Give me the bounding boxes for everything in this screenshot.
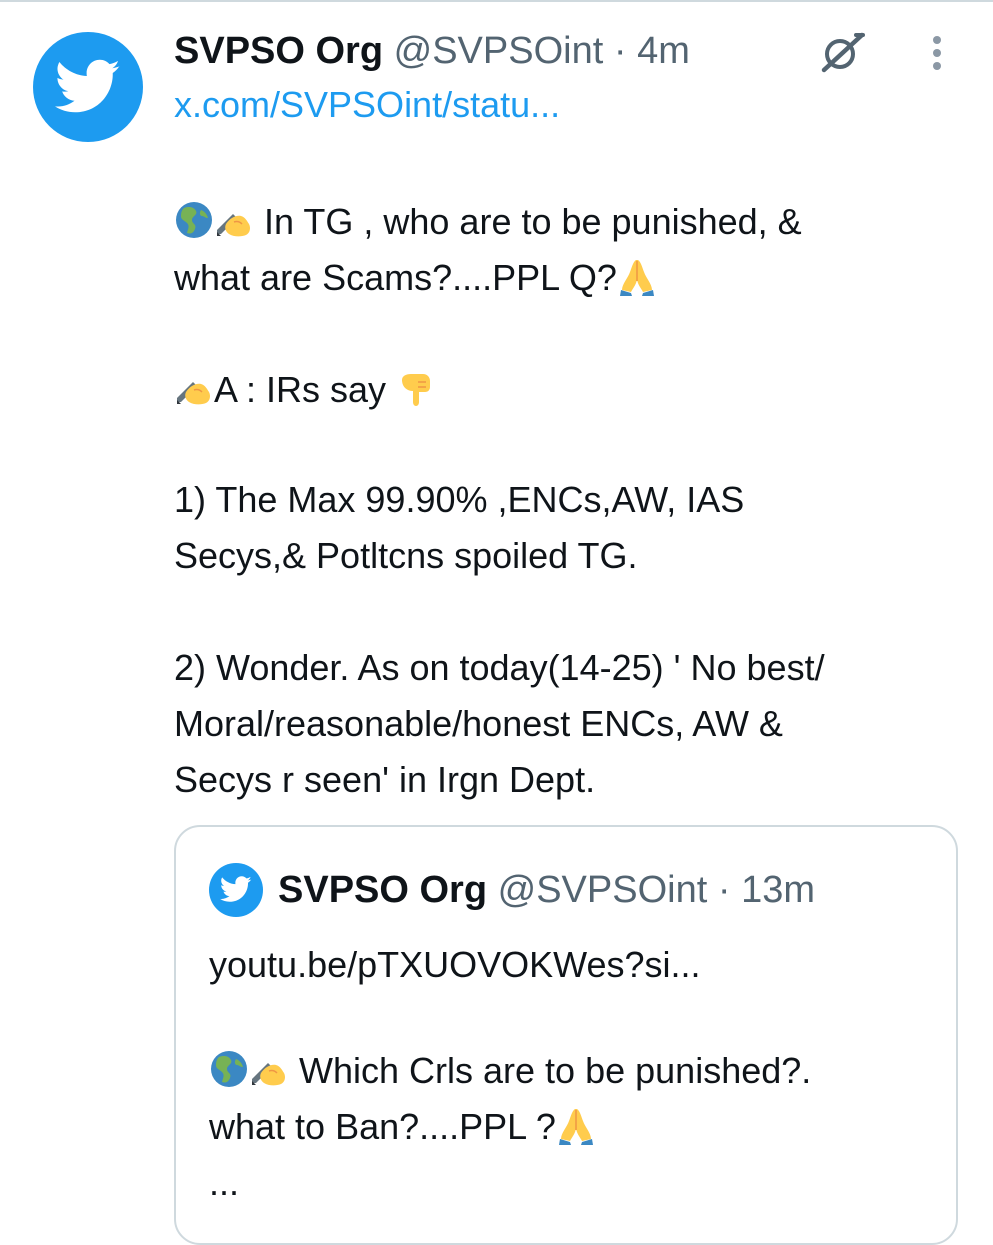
- timestamp[interactable]: 4m: [637, 30, 690, 72]
- top-divider: [0, 0, 993, 2]
- folded-hands-icon: [619, 260, 654, 296]
- separator-dot: ·: [613, 30, 627, 72]
- tweet-text: Secys,& Potltcns spoiled TG.: [174, 535, 638, 576]
- quoted-link[interactable]: youtu.be/pTXUOVOKWes?si...: [209, 937, 701, 993]
- tweet-link[interactable]: x.com/SVPSOint/statu...: [174, 80, 560, 130]
- globe-americas-icon: [211, 1051, 247, 1087]
- tweet-text: In TG , who are to be punished, &: [264, 201, 802, 242]
- quoted-author-handle[interactable]: @SVPSOint: [498, 869, 708, 911]
- author-name[interactable]: SVPSO Org: [174, 30, 383, 72]
- quoted-text: what to Ban?....PPL ?: [209, 1106, 556, 1147]
- quoted-text-ellipsis: ...: [209, 1162, 240, 1203]
- folded-hands-icon: [558, 1109, 593, 1145]
- tweet-text: Moral/reasonable/honest ENCs, AW &: [174, 703, 783, 744]
- twitter-bird-icon: [55, 59, 120, 113]
- quoted-text-line: Which Crls are to be punished?.: [209, 1043, 811, 1099]
- writing-hand-icon: [177, 382, 210, 405]
- separator-dot: ·: [717, 869, 731, 911]
- quoted-tweet-card[interactable]: SVPSO Org @SVPSOint · 13m youtu.be/pTXUO…: [174, 825, 958, 1245]
- quoted-timestamp[interactable]: 13m: [741, 869, 815, 911]
- quoted-text: Which Crls are to be punished?.: [299, 1050, 812, 1091]
- writing-hand-icon: [217, 214, 250, 237]
- tweet-text: 1) The Max 99.90% ,ENCs,AW, IAS: [174, 479, 745, 520]
- tweet-text-line: Secys r seen' in Irgn Dept.: [174, 752, 595, 808]
- quoted-tweet-header: SVPSO Org @SVPSOint · 13m: [278, 863, 815, 917]
- globe-americas-icon: [176, 202, 212, 238]
- grok-icon[interactable]: [818, 30, 868, 74]
- tweet-text-line: In TG , who are to be punished, &: [174, 194, 802, 250]
- tweet-text: what are Scams?....PPL Q?: [174, 257, 617, 298]
- tweet-text: A : IRs say: [214, 369, 387, 410]
- quoted-author-avatar[interactable]: [209, 863, 263, 917]
- author-handle[interactable]: @SVPSOint: [394, 30, 604, 72]
- pointing-down-icon: [402, 374, 431, 406]
- quoted-text-line: what to Ban?....PPL ?: [209, 1099, 596, 1155]
- writing-hand-icon: [252, 1063, 285, 1086]
- tweet-text-line: Secys,& Potltcns spoiled TG.: [174, 528, 638, 584]
- tweet-text: 2) Wonder. As on today(14-25) ' No best/: [174, 647, 825, 688]
- tweet-text-line: Moral/reasonable/honest ENCs, AW &: [174, 696, 783, 752]
- quoted-author-name[interactable]: SVPSO Org: [278, 869, 487, 911]
- tweet-text-line: 2) Wonder. As on today(14-25) ' No best/: [174, 640, 825, 696]
- twitter-bird-icon: [220, 876, 252, 902]
- more-vertical-icon[interactable]: [925, 36, 949, 74]
- author-avatar[interactable]: [33, 32, 143, 142]
- tweet-text-line: 1) The Max 99.90% ,ENCs,AW, IAS: [174, 472, 744, 528]
- tweet-header: SVPSO Org @SVPSOint · 4m: [174, 26, 690, 76]
- tweet-text-line: A : IRs say: [174, 362, 436, 418]
- tweet-text: Secys r seen' in Irgn Dept.: [174, 759, 596, 800]
- tweet-text-line: what are Scams?....PPL Q?: [174, 250, 657, 306]
